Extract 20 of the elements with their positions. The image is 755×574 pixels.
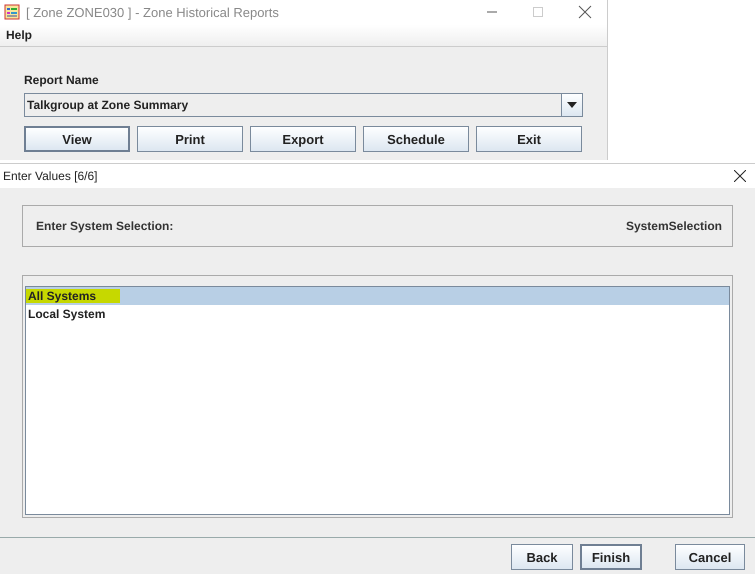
dialog-button[interactable]: Finish [580, 544, 642, 570]
field-label: Report Name [24, 73, 100, 87]
window-title: [ Zone ZONE030 ] - Zone Historical Reports [26, 4, 279, 20]
prompt-label: Enter System Selection: [36, 219, 174, 233]
action-button[interactable]: View [24, 126, 130, 152]
app-icon [4, 4, 20, 20]
list-item[interactable]: All Systems [26, 287, 729, 305]
dialog-button[interactable]: Back [511, 544, 573, 570]
report-dropdown[interactable]: Talkgroup at Zone Summary [24, 93, 583, 117]
menu-item[interactable]: Help [6, 28, 32, 42]
dialog-button[interactable]: Cancel [675, 544, 745, 570]
caret-icon [567, 102, 577, 108]
action-button[interactable]: Print [137, 126, 243, 152]
close-icon[interactable] [734, 170, 746, 182]
parameter-label: SystemSelection [626, 219, 722, 233]
action-button[interactable]: Schedule [363, 126, 469, 152]
dialog-title: Enter Values [6/6] [3, 169, 98, 183]
list-item[interactable]: Local System [26, 305, 729, 323]
action-button[interactable]: Export [250, 126, 356, 152]
action-button[interactable]: Exit [476, 126, 582, 152]
